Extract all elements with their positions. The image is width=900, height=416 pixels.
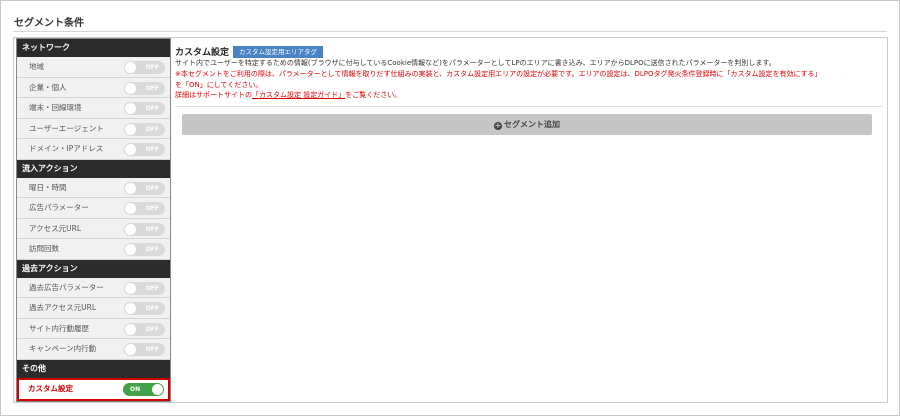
toggle-state: OFF: [145, 84, 159, 92]
description: サイト内でユーザーを特定するための情報(ブラウザに付与しているCookie情報な…: [175, 59, 776, 67]
toggle-switch[interactable]: OFF: [124, 61, 165, 74]
toggle-switch[interactable]: OFF: [124, 202, 165, 215]
toggle-knob: [125, 223, 136, 235]
toggle-switch[interactable]: OFF: [124, 143, 165, 156]
sidebar-item-label: 地域: [29, 62, 44, 71]
toggle-switch[interactable]: OFF: [124, 281, 165, 295]
toggle-state: OFF: [145, 284, 159, 292]
notice-line-2: を「ON」にしてください。: [175, 80, 263, 89]
add-segment-label: セグメント追加: [504, 120, 560, 129]
sidebar-item: 広告パラメーター OFF: [17, 198, 170, 219]
sidebar-item-label: 過去広告パラメーター: [29, 282, 104, 292]
sidebar-item: ドメイン・IPアドレス OFF: [17, 139, 170, 160]
toggle-state: OFF: [145, 246, 159, 253]
sidebar-item-label: カスタム設定: [28, 383, 73, 393]
toggle-state: OFF: [145, 305, 159, 312]
sidebar-item: 過去アクセス元URL OFF: [17, 298, 170, 319]
toggle-state: OFF: [145, 346, 159, 353]
toggle-switch[interactable]: OFF: [124, 81, 165, 95]
toggle-switch[interactable]: OFF: [124, 302, 165, 315]
toggle-knob: [125, 144, 136, 155]
sidebar-item: キャンペーン内行動 OFF: [17, 339, 170, 360]
sidebar-group-header: その他: [17, 359, 170, 378]
toggle-knob: [125, 282, 136, 294]
notice-line-1: ※本セグメントをご利用の際は、パラメーターとして情報を取りだす仕組みの実装と、カ…: [175, 70, 822, 78]
add-segment-button[interactable]: + セグメント追加: [182, 114, 872, 135]
toggle-state: OFF: [145, 146, 159, 153]
sidebar-group-header: 過去アクション: [17, 259, 170, 278]
content-header: カスタム設定 カスタム設定用エリアタグ: [175, 45, 324, 58]
sidebar-item: 曜日・時間 OFF: [17, 177, 170, 198]
sidebar-item-label: ドメイン・IPアドレス: [29, 144, 104, 153]
guide-text: 詳細はサポートサイトの「カスタム設定 設定ガイド」をご覧ください。: [175, 90, 401, 101]
toggle-state: OFF: [145, 325, 159, 333]
toggle-knob: [125, 323, 136, 335]
sidebar-item-label: 端末・回線環境: [29, 103, 82, 112]
toggle-switch[interactable]: OFF: [124, 222, 165, 236]
toggle-state: ON: [130, 385, 141, 393]
sidebar-item-label: 曜日・時間: [29, 182, 67, 192]
sidebar-item: ユーザーエージェント OFF: [17, 118, 170, 139]
toggle-switch[interactable]: OFF: [124, 343, 165, 356]
page-title: セグメント条件: [14, 18, 84, 29]
sidebar-item-label: サイト内行動履歴: [29, 323, 89, 333]
toggle-knob: [125, 344, 136, 355]
toggle-switch[interactable]: OFF: [124, 122, 165, 136]
sidebar-item: 過去広告パラメーター OFF: [17, 277, 170, 298]
segment-panel: ネットワーク地域 OFF 企業・個人 OFF 端末・回線環境 OFF ユーザーエージェント O…: [13, 37, 888, 403]
sidebar-item-label: 過去アクセス元URL: [29, 303, 97, 312]
toggle-knob: [125, 103, 136, 114]
toggle-switch[interactable]: OFF: [124, 181, 165, 195]
sidebar-item: 端末・回線環境 OFF: [17, 98, 170, 119]
guide-prefix: 詳細はサポートサイトの: [175, 91, 252, 99]
toggle-switch[interactable]: ON: [123, 382, 164, 396]
toggle-switch[interactable]: OFF: [124, 322, 165, 336]
sidebar-item-label: 企業・個人: [29, 82, 67, 92]
toggle-state: OFF: [145, 205, 159, 212]
sidebar-item: 企業・個人 OFF: [17, 77, 170, 98]
plus-icon: +: [494, 121, 502, 130]
divider: [13, 31, 887, 32]
content-divider: [175, 106, 882, 107]
toggle-knob: [125, 62, 136, 73]
window: セグメント条件 ネットワーク 地域 OFF 企業・個人 OFF 端末・回線環境 OFF ユーザ…: [0, 0, 900, 416]
toggle-state: OFF: [145, 105, 159, 112]
toggle-knob: [125, 123, 136, 135]
sidebar: ネットワーク地域 OFF 企業・個人 OFF 端末・回線環境 OFF ユーザーエージェント O…: [16, 38, 171, 402]
sidebar-item: アクセス元URL OFF: [17, 218, 170, 239]
content-area: カスタム設定 カスタム設定用エリアタグ サイト内でユーザーを特定するための情報(…: [175, 38, 887, 402]
content-title: カスタム設定: [175, 48, 230, 58]
toggle-knob: [125, 203, 136, 214]
sidebar-item: 地域 OFF: [17, 57, 170, 78]
guide-link[interactable]: 「カスタム設定 設定ガイド」: [252, 91, 345, 99]
toggle-knob: [125, 182, 136, 194]
area-tag-badge[interactable]: カスタム設定用エリアタグ: [233, 45, 324, 58]
toggle-state: OFF: [145, 184, 159, 192]
sidebar-item: 訪問回数 OFF: [17, 239, 170, 260]
sidebar-item-label: キャンペーン内行動: [29, 344, 97, 353]
toggle-state: OFF: [145, 225, 159, 233]
toggle-knob: [152, 383, 163, 395]
sidebar-group-header: ネットワーク: [17, 39, 170, 57]
sidebar-group-header: 流入アクション: [17, 159, 170, 178]
toggle-state: OFF: [145, 125, 159, 133]
toggle-knob: [125, 303, 136, 314]
sidebar-item-label: 広告パラメーター: [29, 203, 89, 212]
toggle-knob: [125, 244, 136, 255]
toggle-state: OFF: [145, 64, 159, 71]
toggle-knob: [125, 82, 136, 94]
toggle-switch[interactable]: OFF: [124, 102, 165, 115]
sidebar-item: カスタム設定 ON: [17, 377, 170, 401]
sidebar-item-label: アクセス元URL: [29, 223, 82, 233]
toggle-switch[interactable]: OFF: [124, 243, 165, 256]
sidebar-item-label: 訪問回数: [29, 244, 59, 253]
sidebar-item-label: ユーザーエージェント: [29, 123, 104, 133]
sidebar-item: サイト内行動履歴 OFF: [17, 318, 170, 339]
guide-suffix: をご覧ください。: [345, 91, 402, 99]
